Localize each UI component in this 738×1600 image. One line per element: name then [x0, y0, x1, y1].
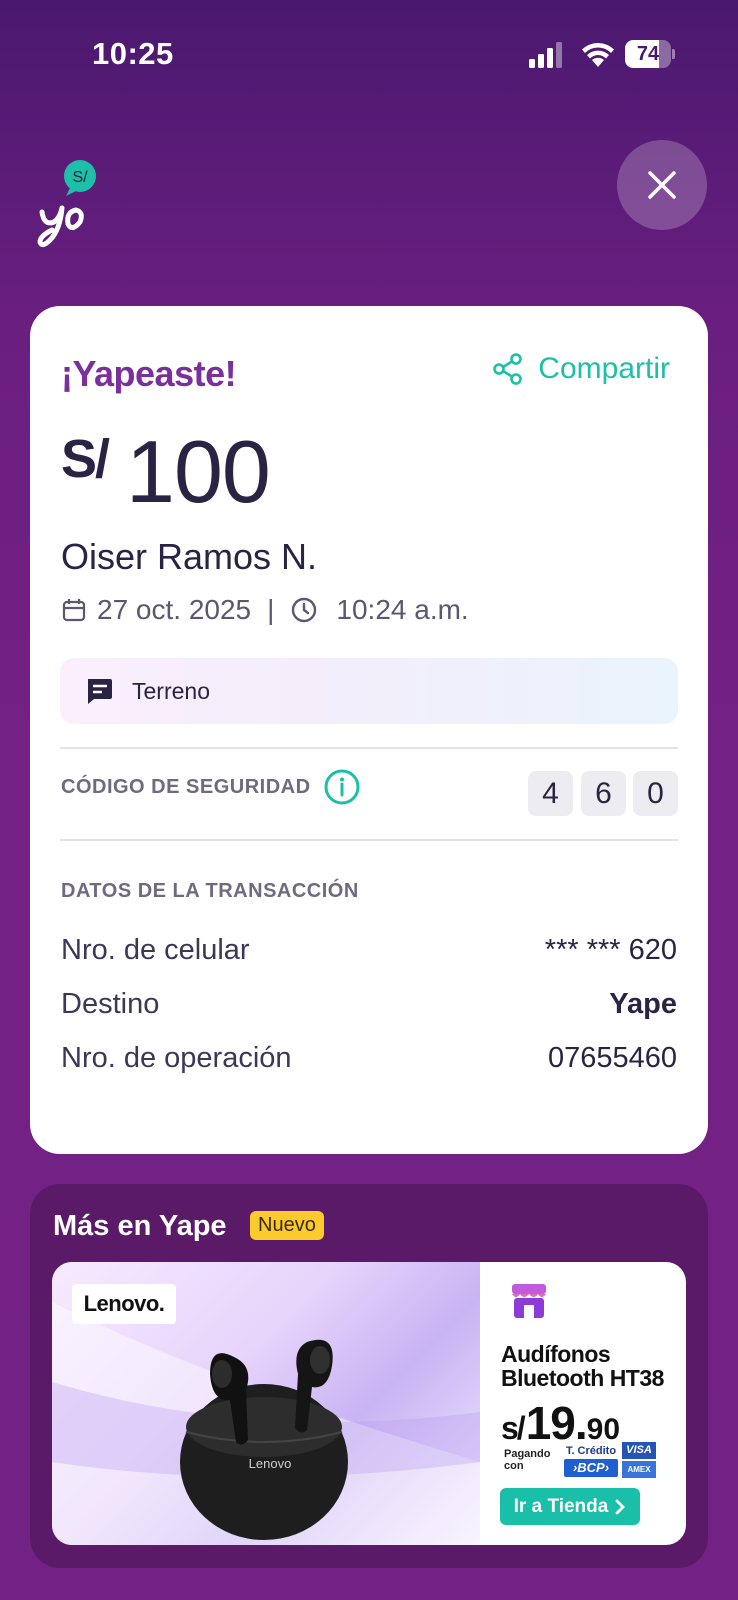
row-label: Destino — [61, 988, 160, 1020]
payment-label: Pagando con — [504, 1448, 560, 1472]
credit-card-label: T. Crédito ›BCP› — [564, 1445, 618, 1477]
product-image: Lenovo Lenovo. — [52, 1262, 480, 1545]
close-button[interactable] — [617, 140, 707, 230]
product-name-line: Bluetooth HT38 — [501, 1365, 664, 1392]
security-code-digit: 0 — [633, 771, 678, 816]
product-name-line: Audífonos — [501, 1341, 611, 1367]
info-icon[interactable] — [323, 768, 361, 806]
lenovo-logo: Lenovo. — [72, 1284, 176, 1324]
receipt-card: ¡Yapeaste! Compartir S/ 100 Oiser Ramos … — [30, 306, 708, 1154]
battery-indicator: 74 — [625, 40, 675, 68]
amount: S/ 100 — [61, 418, 271, 521]
row-label: Nro. de operación — [61, 1042, 292, 1074]
row-value: 07655460 — [547, 1042, 677, 1074]
clock-icon — [292, 597, 317, 623]
svg-text:S/: S/ — [72, 169, 88, 186]
promo-title: Más en Yape — [53, 1210, 227, 1242]
transaction-time: 10:24 a.m. — [336, 594, 469, 625]
transaction-data-title: DATOS DE LA TRANSACCIÓN — [61, 880, 359, 902]
product-price: s/ 19. 90 — [501, 1396, 620, 1450]
payment-label-line: Pagando — [504, 1448, 551, 1460]
payment-note: Terreno — [60, 658, 678, 724]
transaction-row: Destino Yape — [61, 988, 677, 1021]
go-to-store-button[interactable]: Ir a Tienda — [500, 1488, 640, 1525]
battery-percentage: 74 — [636, 43, 660, 65]
price-integer: 19. — [525, 1397, 588, 1449]
chevron-right-icon — [615, 1499, 626, 1514]
divider — [60, 839, 678, 841]
security-code-digit: 4 — [528, 771, 573, 816]
row-value: Yape — [609, 988, 677, 1020]
transaction-datetime: 27 oct. 2025 | 10:24 a.m. — [61, 594, 469, 626]
security-code-label: CÓDIGO DE SEGURIDAD — [61, 768, 361, 806]
share-button[interactable]: Compartir — [492, 352, 670, 386]
wifi-icon — [582, 43, 614, 67]
security-code-text: CÓDIGO DE SEGURIDAD — [61, 775, 311, 798]
price-decimal: 90 — [586, 1413, 621, 1446]
share-icon — [493, 353, 523, 385]
status-time: 10:25 — [92, 36, 174, 71]
status-bar: 10:25 74 — [0, 0, 738, 110]
product-name: Audífonos Bluetooth HT38 — [501, 1342, 681, 1390]
calendar-icon — [62, 599, 86, 622]
go-to-store-label: Ir a Tienda — [513, 1495, 609, 1517]
share-label: Compartir — [538, 352, 670, 385]
card-type-text: T. Crédito — [565, 1445, 617, 1457]
security-code-digit: 6 — [581, 771, 626, 816]
transaction-row: Nro. de celular *** *** 620 — [61, 934, 677, 967]
yape-logo: S/ — [37, 160, 96, 248]
bcp-logo: ›BCP› — [564, 1459, 618, 1477]
promo-banner[interactable]: Lenovo Lenovo. Audífonos Bluetooth HT38 … — [52, 1262, 686, 1545]
close-icon — [648, 171, 676, 199]
card-networks: VISA AMEX — [622, 1442, 656, 1478]
price-currency: s/ — [501, 1410, 526, 1446]
datetime-separator: | — [267, 594, 275, 625]
row-label: Nro. de celular — [61, 934, 250, 966]
amex-logo: AMEX — [622, 1461, 656, 1478]
transaction-date: 27 oct. 2025 — [97, 594, 252, 625]
store-icon — [512, 1284, 546, 1318]
divider — [60, 747, 678, 749]
row-value: *** *** 620 — [544, 934, 677, 966]
payment-label-line: con — [504, 1460, 524, 1473]
amount-currency: S/ — [61, 429, 110, 489]
new-badge: Nuevo — [250, 1211, 324, 1240]
case-label: Lenovo — [249, 1456, 292, 1471]
more-in-yape-section: Más en Yape Nuevo Lenovo Lenovo. Audífon… — [30, 1184, 708, 1568]
transaction-row: Nro. de operación 07655460 — [61, 1042, 677, 1075]
cellular-signal-icon — [529, 42, 562, 68]
note-text: Terreno — [132, 677, 210, 704]
message-icon — [88, 679, 112, 704]
visa-logo: VISA — [622, 1442, 656, 1459]
receipt-title: ¡Yapeaste! — [61, 353, 237, 394]
recipient-name: Oiser Ramos N. — [61, 536, 318, 577]
amount-value: 100 — [126, 422, 271, 521]
